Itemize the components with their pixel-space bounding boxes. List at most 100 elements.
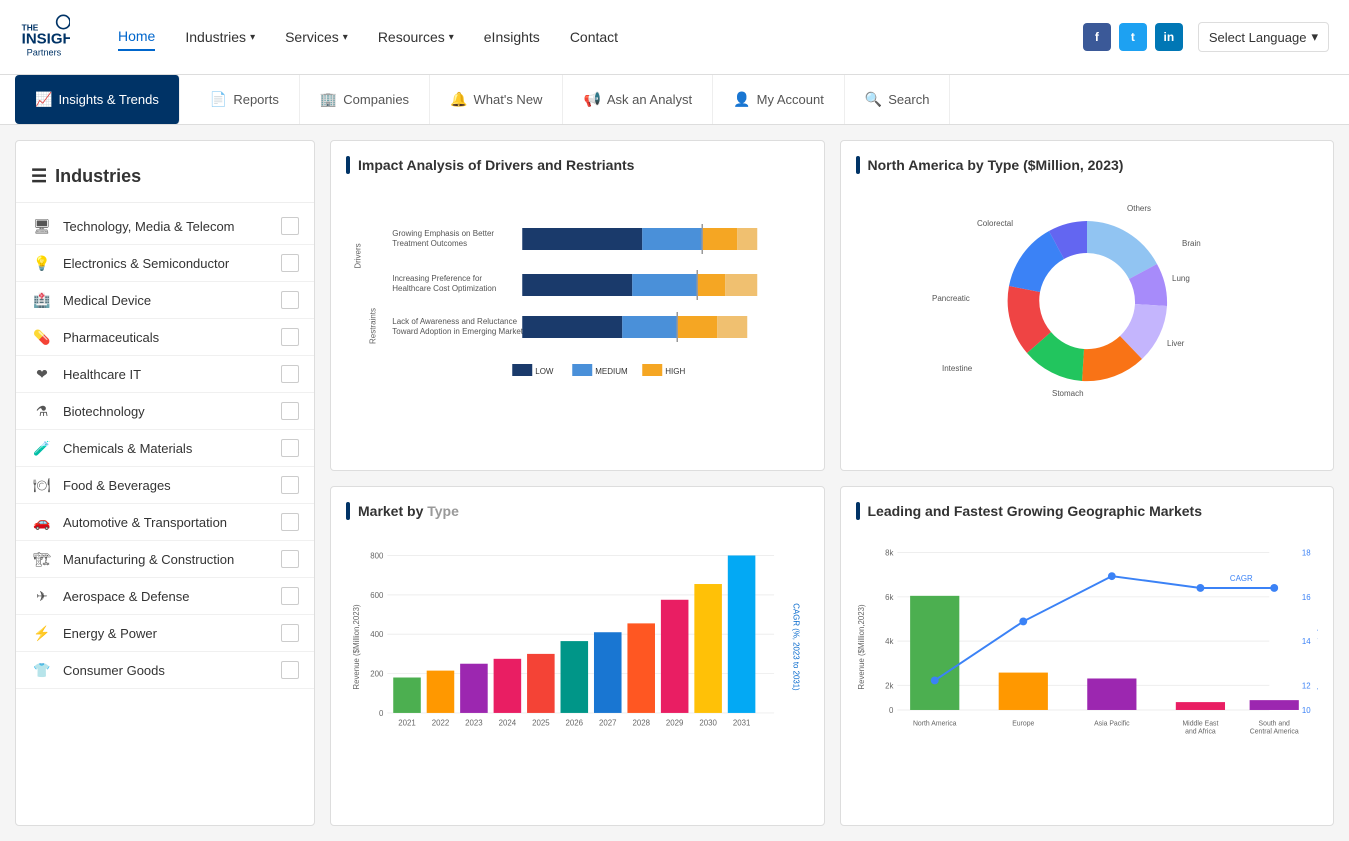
svg-text:Partners: Partners [27, 47, 62, 57]
sidebar-item-label: Technology, Media & Telecom [63, 219, 281, 234]
svg-text:Restraints: Restraints [368, 308, 377, 344]
sidebar-item-healthcare-it[interactable]: ❤ Healthcare IT [16, 356, 314, 393]
nav-industries[interactable]: Industries [185, 29, 255, 45]
twitter-icon[interactable]: t [1119, 23, 1147, 51]
sidebar-item-manufacturing---construction[interactable]: 🏗 Manufacturing & Construction [16, 541, 314, 578]
geo-chart-title: Leading and Fastest Growing Geographic M… [856, 502, 1319, 520]
sidebar-checkbox[interactable] [281, 291, 299, 309]
nav-contact[interactable]: Contact [570, 24, 618, 50]
sidebar-item-medical-device[interactable]: 🏥 Medical Device [16, 282, 314, 319]
svg-text:2022: 2022 [432, 718, 449, 727]
svg-text:600: 600 [370, 590, 384, 599]
sidebar-icon: 🍽 [31, 477, 53, 494]
header: THE INSIGHT Partners Home Industries Ser… [0, 0, 1349, 75]
bar-market-svg: Revenue ($Million,2023) 800 600 400 200 … [346, 532, 809, 762]
sidebar-checkbox[interactable] [281, 365, 299, 383]
nav-einsights[interactable]: eInsights [484, 24, 540, 50]
subnav-search[interactable]: 🔍 Search [845, 75, 951, 124]
subnav-whats-new-label: What's New [474, 92, 543, 107]
donut-chart-card: North America by Type ($Million, 2023) [840, 140, 1335, 471]
sidebar-checkbox[interactable] [281, 328, 299, 346]
svg-text:Increasing Preference for: Increasing Preference for [392, 274, 482, 283]
logo[interactable]: THE INSIGHT Partners [20, 12, 78, 62]
sidebar-item-technology--media---telecom[interactable]: 🖥 Technology, Media & Telecom [16, 208, 314, 245]
svg-text:and Africa: and Africa [1185, 728, 1216, 735]
svg-text:CAGR: CAGR [1229, 574, 1252, 583]
sidebar-icon: 🧪 [31, 440, 53, 457]
svg-text:16: 16 [1301, 592, 1310, 601]
sidebar-item-label: Biotechnology [63, 404, 281, 419]
donut-chart: Others Brain Lung Liver Stomach Intestin… [856, 186, 1319, 406]
svg-text:400: 400 [370, 630, 384, 639]
ask-analyst-icon: 📢 [583, 91, 600, 108]
svg-text:0: 0 [889, 705, 894, 714]
sidebar-item-automotive---transportation[interactable]: 🚗 Automotive & Transportation [16, 504, 314, 541]
list-icon: ☰ [31, 166, 47, 187]
linkedin-icon[interactable]: in [1155, 23, 1183, 51]
sidebar-item-biotechnology[interactable]: ⚗ Biotechnology [16, 393, 314, 430]
sidebar-checkbox[interactable] [281, 550, 299, 568]
svg-text:INSIGHT: INSIGHT [22, 31, 70, 48]
sidebar-item-electronics---semiconductor[interactable]: 💡 Electronics & Semiconductor [16, 245, 314, 282]
sidebar-item-food---beverages[interactable]: 🍽 Food & Beverages [16, 467, 314, 504]
svg-text:LOW: LOW [535, 367, 554, 376]
svg-text:HIGH: HIGH [665, 367, 685, 376]
subnav-companies[interactable]: 🏢 Companies [300, 75, 430, 124]
svg-text:2028: 2028 [632, 718, 650, 727]
sidebar-checkbox[interactable] [281, 624, 299, 642]
sidebar: ☰ Industries 🖥 Technology, Media & Telec… [15, 140, 315, 826]
svg-text:Pancreatic: Pancreatic [932, 294, 970, 303]
subnav-reports-label: Reports [233, 92, 279, 107]
charts-area: Impact Analysis of Drivers and Restriant… [330, 140, 1334, 826]
sidebar-item-chemicals---materials[interactable]: 🧪 Chemicals & Materials [16, 430, 314, 467]
subnav: 📈 Insights & Trends 📄 Reports 🏢 Companie… [0, 75, 1349, 125]
nav-resources[interactable]: Resources [378, 29, 454, 45]
subnav-my-account[interactable]: 👤 My Account [713, 75, 845, 124]
sidebar-item-label: Electronics & Semiconductor [63, 256, 281, 271]
facebook-icon[interactable]: f [1083, 23, 1111, 51]
subnav-my-account-label: My Account [757, 92, 824, 107]
subnav-whats-new[interactable]: 🔔 What's New [430, 75, 563, 124]
sidebar-checkbox[interactable] [281, 402, 299, 420]
svg-text:2026: 2026 [566, 718, 584, 727]
sidebar-checkbox[interactable] [281, 439, 299, 457]
sidebar-checkbox[interactable] [281, 217, 299, 235]
svg-text:12: 12 [1301, 681, 1310, 690]
impact-analysis-card: Impact Analysis of Drivers and Restriant… [330, 140, 825, 471]
bar-market-title: Market by Type [346, 502, 809, 520]
svg-text:10: 10 [1301, 705, 1310, 714]
sidebar-icon: ❤ [31, 366, 53, 383]
sidebar-checkbox[interactable] [281, 513, 299, 531]
sidebar-icon: 🏥 [31, 292, 53, 309]
sidebar-item-label: Energy & Power [63, 626, 281, 641]
sidebar-icon: ⚗ [31, 403, 53, 420]
sidebar-checkbox[interactable] [281, 661, 299, 679]
sidebar-checkbox[interactable] [281, 476, 299, 494]
subnav-ask-analyst[interactable]: 📢 Ask an Analyst [563, 75, 713, 124]
nav-services[interactable]: Services [285, 29, 348, 45]
sidebar-item-energy---power[interactable]: ⚡ Energy & Power [16, 615, 314, 652]
subnav-ask-analyst-label: Ask an Analyst [607, 92, 692, 107]
sidebar-checkbox[interactable] [281, 254, 299, 272]
companies-icon: 🏢 [320, 91, 337, 108]
svg-text:2025: 2025 [532, 718, 550, 727]
sidebar-item-consumer-goods[interactable]: 👕 Consumer Goods [16, 652, 314, 689]
sidebar-item-label: Chemicals & Materials [63, 441, 281, 456]
language-selector[interactable]: Select Language ▾ [1198, 22, 1329, 52]
nav-home[interactable]: Home [118, 23, 155, 51]
svg-text:6k: 6k [885, 592, 893, 601]
sidebar-checkbox[interactable] [281, 587, 299, 605]
subnav-reports[interactable]: 📄 Reports [190, 75, 300, 124]
svg-text:South and: South and [1258, 720, 1290, 727]
svg-text:2029: 2029 [666, 718, 683, 727]
sidebar-icon: 👕 [31, 662, 53, 679]
logo-icon: THE INSIGHT Partners [20, 12, 70, 62]
svg-text:Lung: Lung [1172, 274, 1190, 283]
svg-text:4k: 4k [885, 637, 893, 646]
sidebar-item-aerospace---defense[interactable]: ✈ Aerospace & Defense [16, 578, 314, 615]
sidebar-item-pharmaceuticals[interactable]: 💊 Pharmaceuticals [16, 319, 314, 356]
subnav-insights-trends[interactable]: 📈 Insights & Trends [15, 75, 180, 124]
svg-text:Stomach: Stomach [1052, 389, 1084, 398]
svg-text:Growing Emphasis on Better: Growing Emphasis on Better [392, 229, 494, 238]
insights-icon: 📈 [35, 91, 52, 108]
